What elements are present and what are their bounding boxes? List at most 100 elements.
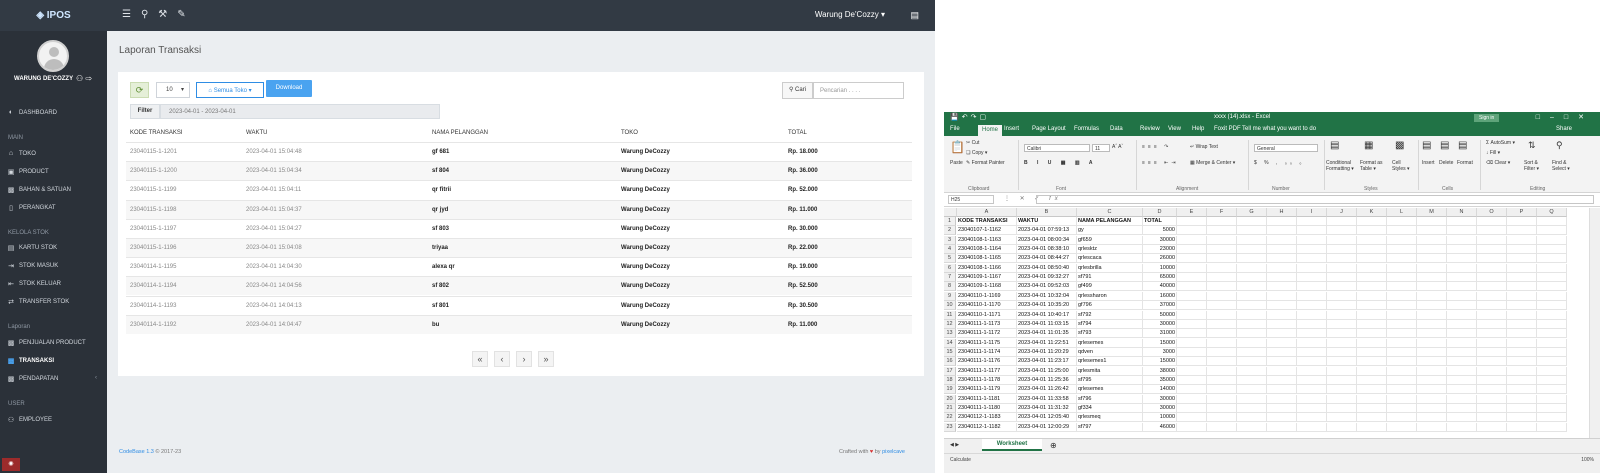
grid-cell[interactable] bbox=[1387, 347, 1417, 357]
grid-cell[interactable]: 5000 bbox=[1143, 226, 1177, 236]
grid-cell[interactable] bbox=[1297, 217, 1327, 226]
grid-cell[interactable] bbox=[1237, 413, 1267, 423]
grid-cell[interactable] bbox=[1237, 291, 1267, 301]
paste-icon[interactable]: 📋 bbox=[950, 140, 965, 154]
grid-cell[interactable] bbox=[1177, 301, 1207, 311]
chevron-left-icon[interactable]: ‹ bbox=[95, 375, 97, 381]
grid-cell[interactable] bbox=[1177, 282, 1207, 292]
avatar[interactable] bbox=[37, 40, 69, 72]
grid-cell[interactable] bbox=[1447, 235, 1477, 245]
grid-cell[interactable] bbox=[1267, 273, 1297, 283]
grid-cell[interactable] bbox=[1507, 404, 1537, 413]
format-cells-button[interactable]: Format bbox=[1457, 160, 1473, 166]
table-row[interactable]: 23040115-1-1196 2023-04-01 15:04:08 triyaa… bbox=[126, 238, 912, 257]
grid-cell[interactable] bbox=[1537, 245, 1567, 255]
grid-cell[interactable] bbox=[1447, 226, 1477, 236]
column-header[interactable]: F bbox=[1207, 208, 1237, 217]
grid-cell[interactable] bbox=[1327, 226, 1357, 236]
grid-cell[interactable]: qrlesmita bbox=[1077, 366, 1143, 376]
grid-cell[interactable] bbox=[1327, 235, 1357, 245]
grid-cell[interactable]: qrlesemes bbox=[1077, 338, 1143, 348]
grid-cell[interactable] bbox=[1297, 282, 1327, 292]
grid-cell[interactable] bbox=[1327, 282, 1357, 292]
download-button[interactable]: Download bbox=[266, 80, 312, 97]
grid-cell[interactable] bbox=[1447, 291, 1477, 301]
grid-cell[interactable] bbox=[1297, 394, 1327, 404]
sidebar-item-bahan[interactable]: ▩ BAHAN & SATUAN bbox=[7, 186, 71, 194]
grid-cell[interactable]: sf796 bbox=[1077, 394, 1143, 404]
grid-cell[interactable] bbox=[1447, 263, 1477, 273]
grid-cell[interactable] bbox=[1267, 422, 1297, 432]
column-header-nama[interactable]: NAMA PELANGGAN bbox=[432, 130, 488, 136]
grid-cell[interactable] bbox=[1357, 301, 1387, 311]
grid-cell[interactable] bbox=[1417, 263, 1447, 273]
grid-cell[interactable] bbox=[1267, 347, 1297, 357]
quick-access-toolbar[interactable]: 💾↶↷▢ bbox=[950, 113, 989, 121]
column-header[interactable]: J bbox=[1327, 208, 1357, 217]
grid-cell[interactable] bbox=[1207, 413, 1237, 423]
grid-cell[interactable] bbox=[1207, 263, 1237, 273]
grid-cell[interactable] bbox=[1327, 375, 1357, 385]
sort-filter-button[interactable]: Sort & Filter ▾ bbox=[1524, 160, 1548, 172]
grid-cell[interactable]: 16000 bbox=[1143, 291, 1177, 301]
grid-cell[interactable]: sf791 bbox=[1077, 273, 1143, 283]
grid-cell[interactable] bbox=[1237, 301, 1267, 311]
grid-cell[interactable]: 50000 bbox=[1143, 310, 1177, 320]
grid-cell[interactable] bbox=[1447, 273, 1477, 283]
grid-cell[interactable] bbox=[1297, 404, 1327, 413]
grid-cell[interactable] bbox=[1477, 226, 1507, 236]
column-header[interactable]: C bbox=[1077, 208, 1143, 217]
sheet-nav-arrows[interactable]: ◀ ▶ bbox=[950, 442, 959, 448]
grid-cell[interactable] bbox=[1267, 226, 1297, 236]
row-header[interactable]: 20 bbox=[944, 394, 956, 404]
format-painter-button[interactable]: ✎ Format Painter bbox=[966, 160, 1005, 166]
grid-cell[interactable]: 2023-04-01 10:40:17 bbox=[1017, 310, 1077, 320]
column-header[interactable]: G bbox=[1237, 208, 1267, 217]
grid-cell[interactable] bbox=[1327, 394, 1357, 404]
grid-cell[interactable] bbox=[1207, 347, 1237, 357]
grid-cell[interactable]: 2023-04-01 08:44:27 bbox=[1017, 254, 1077, 264]
grid-cell[interactable] bbox=[1237, 282, 1267, 292]
table-row[interactable]: 23040114-1-1193 2023-04-01 14:04:13 sf 801… bbox=[126, 295, 912, 315]
refresh-button[interactable]: ⟳ bbox=[130, 82, 149, 98]
grid-cell[interactable] bbox=[1297, 366, 1327, 376]
grid-cell[interactable]: 2023-04-01 12:00:29 bbox=[1017, 422, 1077, 432]
grid-cell[interactable]: 35000 bbox=[1143, 375, 1177, 385]
grid-cell[interactable] bbox=[1387, 254, 1417, 264]
grid-cell[interactable] bbox=[1327, 357, 1357, 367]
grid-cell[interactable]: qrlesbrilla bbox=[1077, 263, 1143, 273]
grid-cell[interactable]: 37000 bbox=[1143, 301, 1177, 311]
row-header[interactable]: 9 bbox=[944, 291, 956, 301]
grid-cell[interactable] bbox=[1297, 347, 1327, 357]
grid-cell[interactable] bbox=[1237, 254, 1267, 264]
table-row[interactable]: 23040115-1-1197 2023-04-01 15:04:27 sf 803… bbox=[126, 218, 912, 238]
grid-cell[interactable] bbox=[1177, 245, 1207, 255]
grid-cell[interactable] bbox=[1357, 282, 1387, 292]
grid-cell[interactable] bbox=[1507, 263, 1537, 273]
logout-icon[interactable]: ⇨ bbox=[85, 74, 92, 83]
clear-button[interactable]: ⌫ Clear ▾ bbox=[1486, 160, 1510, 166]
grid-cell[interactable]: 2023-04-01 09:32:27 bbox=[1017, 273, 1077, 283]
grid-cell[interactable]: 23040112-1-1182 bbox=[957, 422, 1017, 432]
grid-cell[interactable] bbox=[1447, 217, 1477, 226]
grid-cell[interactable]: 2023-04-01 11:01:35 bbox=[1017, 329, 1077, 339]
grid-cell[interactable] bbox=[1477, 375, 1507, 385]
grid-cell[interactable] bbox=[1357, 338, 1387, 348]
grid-cell[interactable] bbox=[1387, 263, 1417, 273]
grid-cell[interactable] bbox=[1207, 217, 1237, 226]
grid-cell[interactable] bbox=[1507, 254, 1537, 264]
grid-cell[interactable] bbox=[1207, 291, 1237, 301]
column-header-toko[interactable]: TOKO bbox=[621, 130, 638, 136]
grid-cell[interactable] bbox=[1267, 329, 1297, 339]
grid-cell[interactable] bbox=[1267, 245, 1297, 255]
grid-cell[interactable]: 2023-04-01 12:05:40 bbox=[1017, 413, 1077, 423]
grid-cell[interactable] bbox=[1177, 310, 1207, 320]
grid-cell[interactable] bbox=[1237, 394, 1267, 404]
grid-cell[interactable] bbox=[1267, 217, 1297, 226]
grid-cell[interactable] bbox=[1417, 357, 1447, 367]
pager-last[interactable]: » bbox=[538, 351, 554, 367]
grid-cell[interactable] bbox=[1327, 338, 1357, 348]
grid-cell[interactable] bbox=[1387, 245, 1417, 255]
grid-cell[interactable] bbox=[1477, 263, 1507, 273]
grid-cell[interactable] bbox=[1417, 310, 1447, 320]
